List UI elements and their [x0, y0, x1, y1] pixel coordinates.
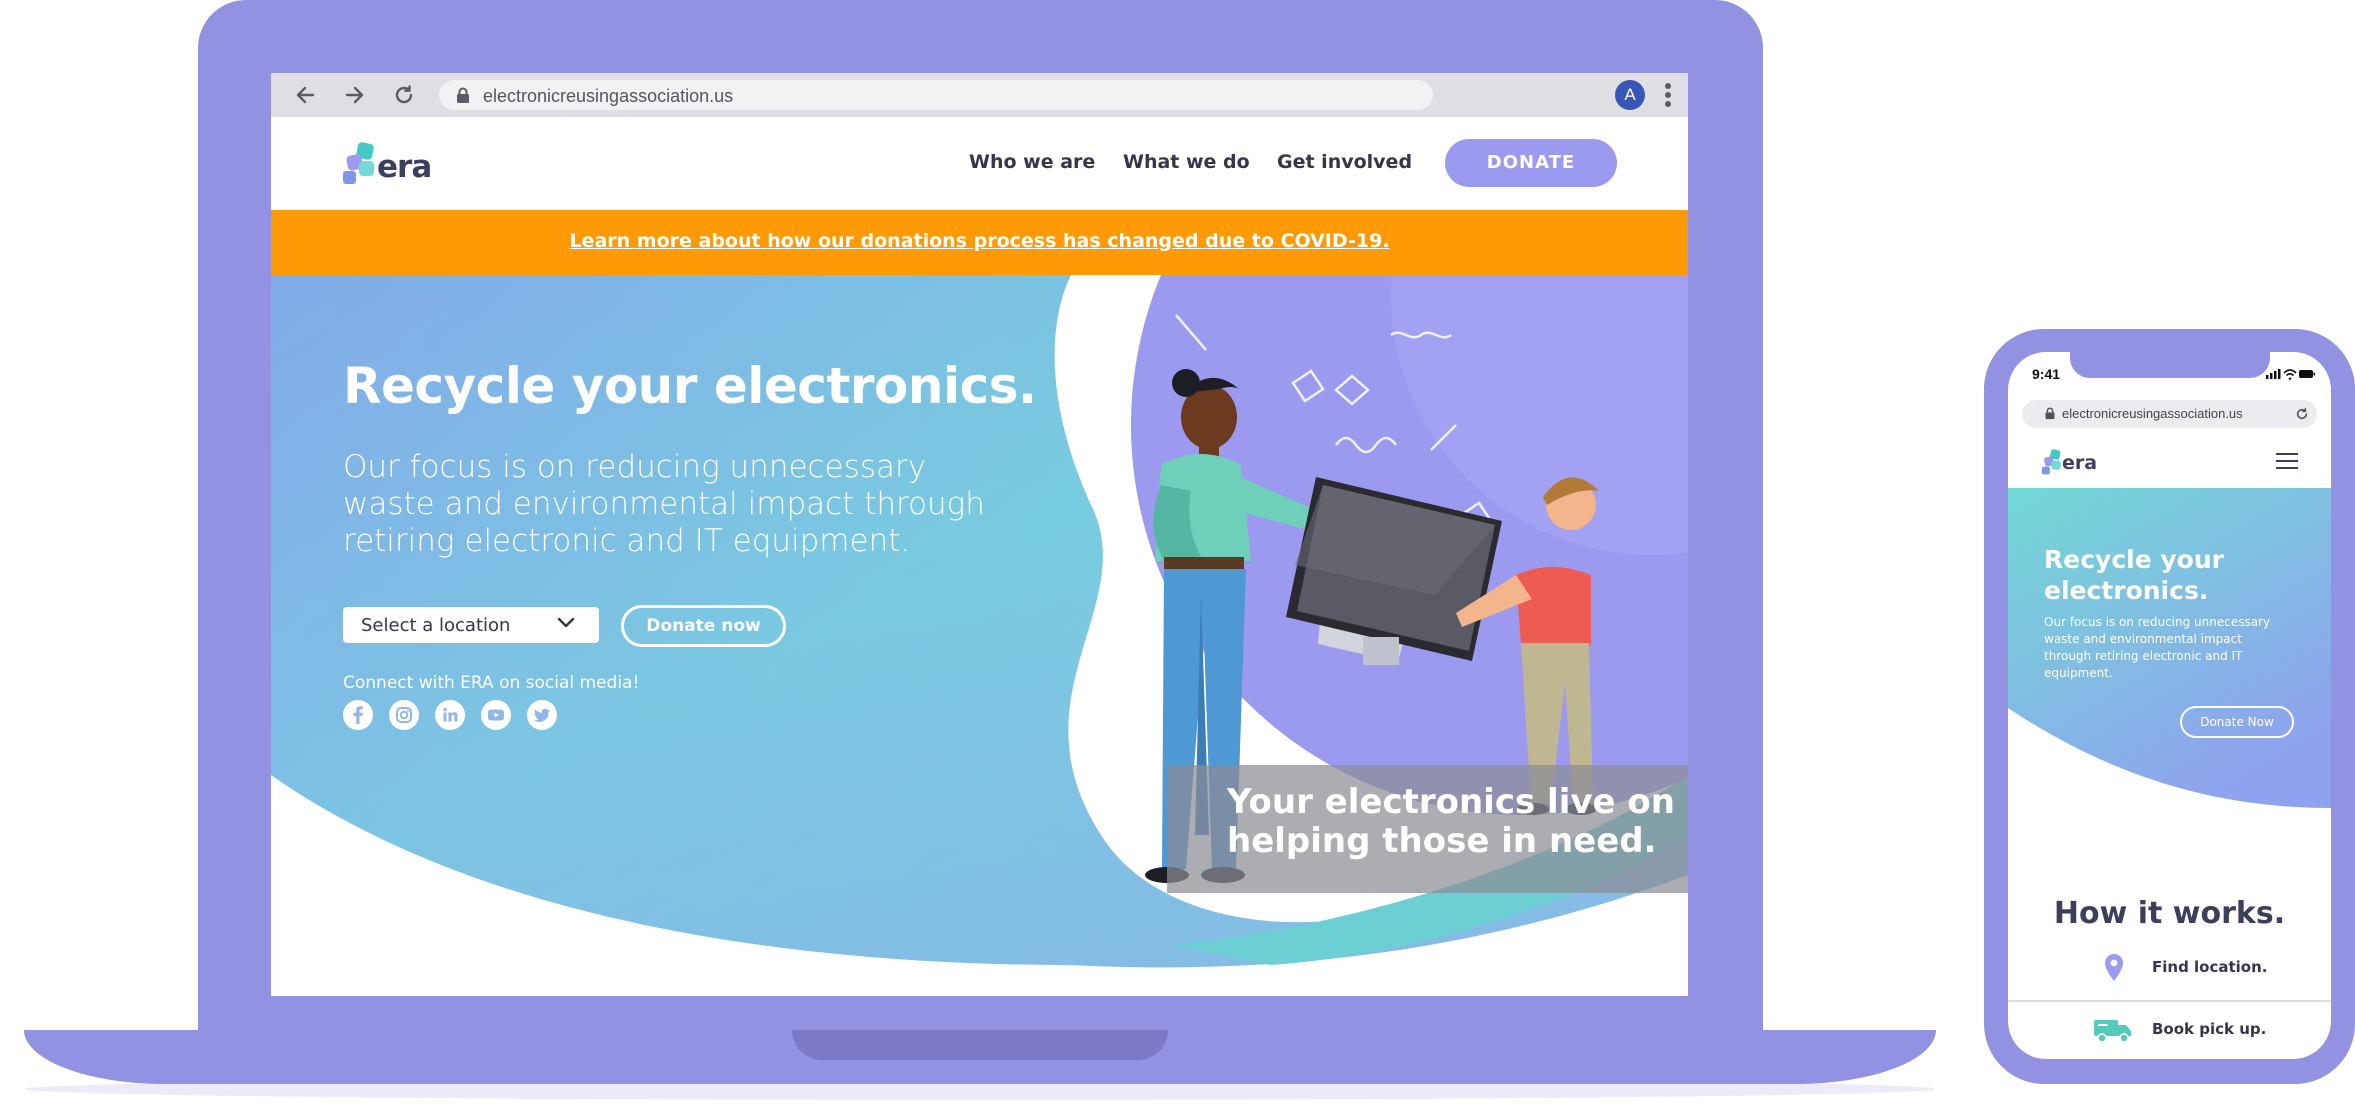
phone-address-bar[interactable]: electronicreusingassociation.us	[2022, 400, 2317, 428]
site-header: era Who we are What we do Get involved D…	[271, 117, 1688, 210]
nav-what-we-do[interactable]: What we do	[1123, 151, 1250, 173]
step-find-location-label: Find location.	[2152, 958, 2268, 976]
nav-who-we-are[interactable]: Who we are	[969, 151, 1095, 173]
phone-donate-now-button[interactable]: Donate Now	[2180, 706, 2294, 738]
phone-site-header: era	[2008, 436, 2331, 491]
phone-hero-title: Recycle your electronics.	[2044, 545, 2224, 605]
phone-clock: 9:41	[2032, 366, 2061, 382]
phone-logo-text: era	[2062, 452, 2098, 474]
mockup-stage: electronicreusingassociation.us A era Wh…	[0, 0, 2355, 1110]
browser-toolbar: electronicreusingassociation.us A	[271, 73, 1688, 117]
lock-icon	[2045, 407, 2055, 420]
address-bar-url: electronicreusingassociation.us	[483, 86, 734, 106]
profile-avatar[interactable]: A	[1615, 80, 1645, 110]
covid-banner: Learn more about how our donations proce…	[271, 210, 1688, 275]
step-book-pickup-label: Book pick up.	[2152, 1020, 2267, 1038]
reload-icon[interactable]	[2294, 406, 2310, 422]
tagline-text: Your electronics live on helping those i…	[1227, 782, 1675, 861]
phone-screen: 9:41 electronicreusingassociation.us era…	[2008, 352, 2331, 1059]
status-icons	[2266, 369, 2315, 380]
how-it-works-title: How it works.	[2053, 896, 2286, 931]
twitter-icon[interactable]	[527, 700, 557, 730]
instagram-icon[interactable]	[389, 700, 419, 730]
donate-button[interactable]: DONATE	[1445, 139, 1617, 187]
linkedin-icon[interactable]	[435, 700, 465, 730]
phone-hero-section: Recycle your electronics. Our focus is o…	[2008, 488, 2331, 818]
steps-divider	[2008, 1000, 2331, 1002]
youtube-icon[interactable]	[481, 700, 511, 730]
era-logo[interactable]: era	[343, 141, 433, 193]
hero-section: Recycle your electronics. Our focus is o…	[271, 275, 1688, 996]
hero-description: Our focus is on reducing unnecessary was…	[343, 449, 985, 559]
donate-now-button[interactable]: Donate now	[621, 605, 786, 647]
tagline-overlay: Your electronics live on helping those i…	[1167, 765, 1688, 893]
lock-icon	[457, 87, 469, 103]
location-select[interactable]: Select a location	[343, 607, 599, 643]
address-bar[interactable]: electronicreusingassociation.us	[439, 80, 1433, 110]
forward-arrow-icon[interactable]	[341, 82, 367, 108]
phone-address-url: electronicreusingassociation.us	[2062, 406, 2243, 421]
kebab-menu-icon[interactable]	[1663, 81, 1673, 109]
laptop-trackpad-notch	[792, 1030, 1168, 1060]
hamburger-menu-icon[interactable]	[2276, 452, 2298, 470]
map-pin-icon	[2105, 954, 2123, 981]
phone-hero-description: Our focus is on reducing unnecessary was…	[2044, 615, 2271, 680]
chevron-down-icon	[557, 617, 575, 628]
location-select-label: Select a location	[361, 615, 511, 636]
facebook-icon[interactable]	[343, 700, 373, 730]
social-media-label: Connect with ERA on social media!	[343, 673, 640, 693]
step-book-pickup[interactable]: Book pick up.	[2008, 1008, 2331, 1052]
covid-banner-link[interactable]: Learn more about how our donations proce…	[569, 230, 1389, 252]
step-find-location[interactable]: Find location.	[2008, 946, 2331, 990]
truck-icon	[2094, 1020, 2131, 1043]
back-arrow-icon[interactable]	[293, 82, 319, 108]
hero-title: Recycle your electronics.	[343, 357, 1037, 415]
reload-icon[interactable]	[391, 82, 417, 108]
phone-notch	[2070, 352, 2270, 378]
laptop-screen: electronicreusingassociation.us A era Wh…	[271, 73, 1688, 996]
logo-text: era	[377, 149, 432, 185]
nav-get-involved[interactable]: Get involved	[1277, 151, 1412, 173]
